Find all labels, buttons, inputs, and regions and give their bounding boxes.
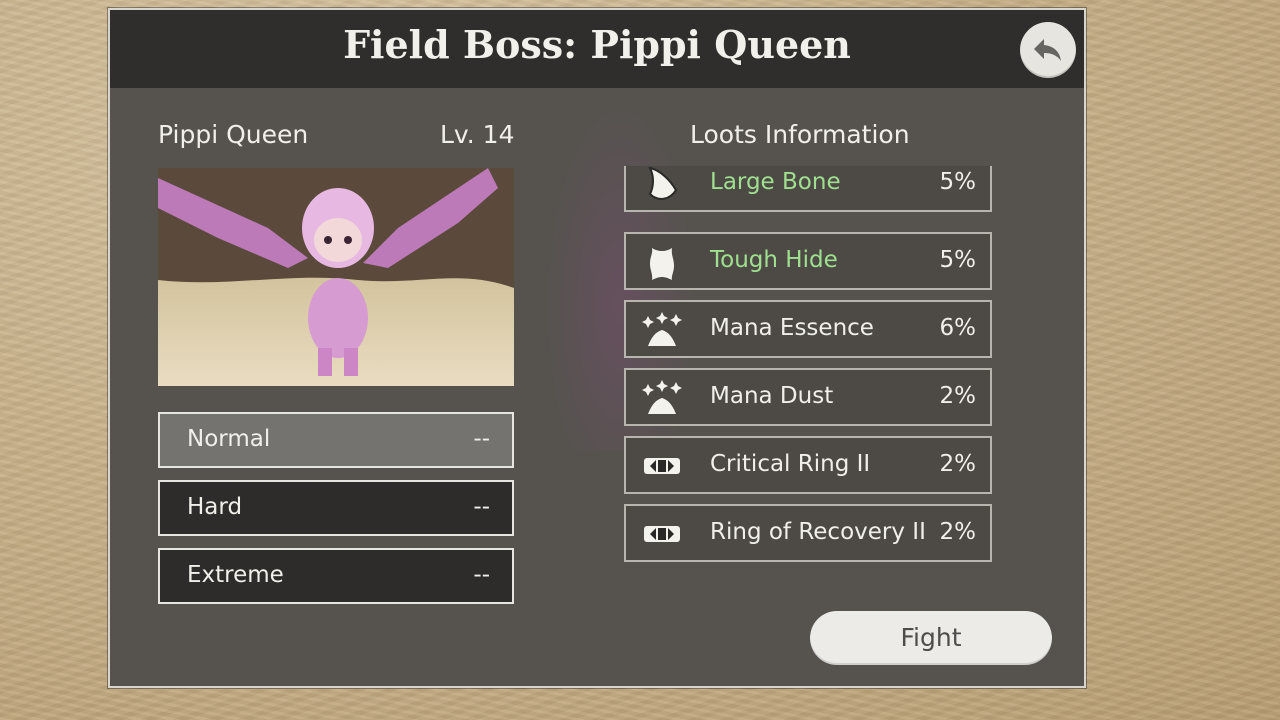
- boss-name: Pippi Queen: [158, 120, 309, 149]
- difficulty-label: Hard: [187, 494, 243, 520]
- pippi-queen-image: [158, 168, 514, 386]
- difficulty-label: Normal: [187, 426, 271, 452]
- boss-portrait: [158, 168, 514, 386]
- loot-name: Ring of Recovery II: [710, 519, 926, 545]
- mana-sparkle-icon: [642, 380, 682, 414]
- difficulty-normal-button[interactable]: Normal --: [158, 412, 514, 468]
- ring-icon: [644, 526, 680, 542]
- loot-row[interactable]: Ring of Recovery II 2%: [624, 504, 992, 562]
- loot-row[interactable]: Large Bone 5%: [624, 166, 992, 212]
- loot-name: Large Bone: [710, 169, 841, 195]
- bone-icon: [648, 166, 678, 200]
- ring-icon: [644, 458, 680, 474]
- hide-icon: [650, 248, 674, 280]
- loot-header: Loots Information: [690, 120, 910, 149]
- loot-rate: 2%: [939, 383, 977, 409]
- boss-level: Lv. 14: [440, 120, 515, 149]
- dialog-title: Field Boss: Pippi Queen: [343, 22, 851, 67]
- loot-row[interactable]: Tough Hide 5%: [624, 232, 992, 290]
- loot-row[interactable]: Mana Dust 2%: [624, 368, 992, 426]
- loot-row[interactable]: Critical Ring II 2%: [624, 436, 992, 494]
- field-boss-dialog: Field Boss: Pippi Queen Pippi Queen Lv. …: [108, 8, 1086, 688]
- difficulty-value: --: [473, 494, 490, 520]
- back-arrow-icon: [1034, 39, 1061, 61]
- difficulty-hard-button[interactable]: Hard --: [158, 480, 514, 536]
- loot-rate: 2%: [939, 451, 977, 477]
- back-button[interactable]: [1020, 22, 1076, 78]
- fight-button[interactable]: Fight: [810, 611, 1052, 665]
- loot-name: Critical Ring II: [710, 451, 871, 477]
- mana-sparkle-icon: [642, 312, 682, 346]
- difficulty-extreme-button[interactable]: Extreme --: [158, 548, 514, 604]
- loot-name: Mana Dust: [710, 383, 834, 409]
- difficulty-value: --: [473, 562, 490, 588]
- loot-name: Tough Hide: [710, 247, 838, 273]
- difficulty-label: Extreme: [187, 562, 284, 588]
- title-bar: Field Boss: Pippi Queen: [110, 10, 1084, 88]
- loot-row[interactable]: Mana Essence 6%: [624, 300, 992, 358]
- loot-rate: 2%: [939, 519, 977, 545]
- loot-rate: 6%: [939, 315, 977, 341]
- loot-rate: 5%: [939, 169, 977, 195]
- loot-list[interactable]: Large Bone 5% Tough Hide 5% Mana Essence…: [624, 166, 992, 566]
- difficulty-value: --: [473, 426, 490, 452]
- loot-rate: 5%: [939, 247, 977, 273]
- loot-name: Mana Essence: [710, 315, 874, 341]
